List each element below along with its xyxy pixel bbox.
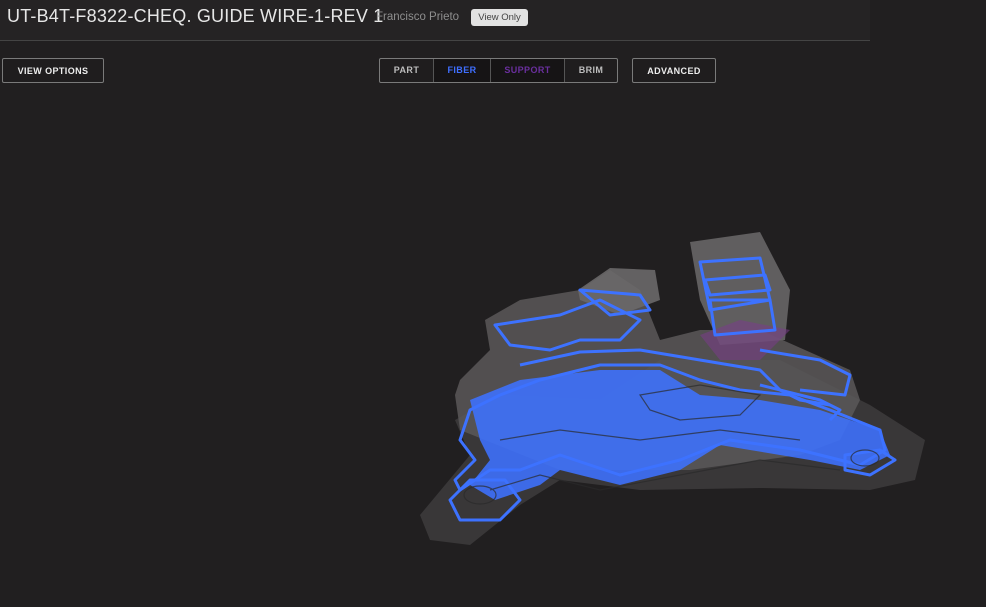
view-options-button[interactable]: VIEW OPTIONS: [2, 58, 104, 83]
3d-viewport[interactable]: [0, 84, 986, 602]
advanced-button[interactable]: ADVANCED: [632, 58, 716, 83]
tab-fiber[interactable]: FIBER: [434, 59, 491, 82]
view-only-badge: View Only: [471, 9, 528, 26]
tab-support[interactable]: SUPPORT: [491, 59, 565, 82]
tab-part[interactable]: PART: [380, 59, 434, 82]
top-bar: UT-B4T-F8322-CHEQ. GUIDE WIRE-1-REV 1 Fr…: [0, 0, 870, 41]
part-model: [420, 232, 925, 545]
owner-name: Francisco Prieto: [376, 11, 460, 23]
tab-brim[interactable]: BRIM: [565, 59, 617, 82]
layer-toggle-group: PART FIBER SUPPORT BRIM: [379, 58, 618, 83]
page-title: UT-B4T-F8322-CHEQ. GUIDE WIRE-1-REV 1: [7, 6, 384, 26]
